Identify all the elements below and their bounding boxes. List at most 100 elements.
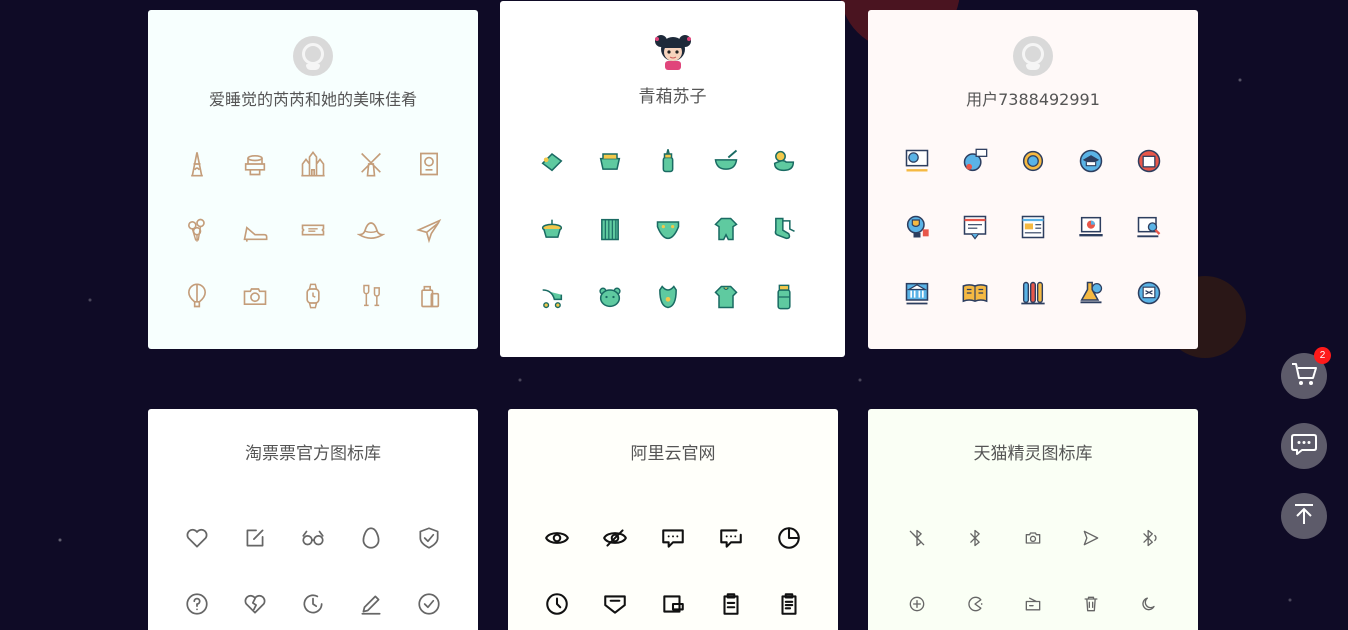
trophy-icon[interactable] [888, 194, 946, 260]
eye-off-icon[interactable] [586, 505, 644, 571]
baby-bear-icon[interactable] [581, 263, 639, 331]
book-icon[interactable] [1120, 128, 1178, 194]
web-page-icon[interactable] [1004, 194, 1062, 260]
broken-heart-icon[interactable] [226, 571, 284, 630]
eiffel-tower-icon[interactable] [168, 131, 226, 197]
chat-button[interactable] [1281, 423, 1327, 469]
clock-icon[interactable] [528, 571, 586, 630]
avatar [1013, 36, 1053, 76]
pacman-icon[interactable] [946, 571, 1004, 630]
baby-bath-icon[interactable] [581, 127, 639, 195]
tickets-icon[interactable] [284, 197, 342, 263]
hat-icon[interactable] [342, 197, 400, 263]
card-title: 淘票票官方图标库 [245, 444, 381, 464]
pencil-icon[interactable] [342, 571, 400, 630]
bluetooth-icon[interactable] [946, 505, 1004, 571]
clock-history-icon[interactable] [284, 571, 342, 630]
high-heel-icon[interactable] [226, 197, 284, 263]
icon-grid [528, 505, 818, 630]
comment-heart-icon[interactable] [586, 571, 644, 630]
baby-bed-icon[interactable] [581, 195, 639, 263]
diaper-icon[interactable] [639, 195, 697, 263]
teether-icon[interactable] [523, 127, 581, 195]
message-more-icon[interactable] [702, 505, 760, 571]
hot-air-balloon-icon[interactable] [168, 263, 226, 329]
open-book-icon[interactable] [946, 260, 1004, 326]
lab-flask-icon[interactable] [1062, 260, 1120, 326]
baby-bottle-icon[interactable] [639, 127, 697, 195]
radio-icon[interactable] [1004, 571, 1062, 630]
balloons-icon[interactable] [168, 197, 226, 263]
icon-grid [523, 127, 813, 331]
cart-badge: 2 [1314, 347, 1331, 364]
watch-icon[interactable] [284, 263, 342, 329]
windmill-icon[interactable] [342, 131, 400, 197]
chat-icon [1290, 431, 1318, 461]
check-circle-icon[interactable] [400, 571, 458, 630]
eye-icon[interactable] [528, 505, 586, 571]
icon-library-card[interactable]: 青葙苏子 [500, 1, 845, 357]
send-icon[interactable] [1062, 505, 1120, 571]
classroom-screen-icon[interactable] [1120, 260, 1178, 326]
passport-icon[interactable] [400, 131, 458, 197]
castle-icon[interactable] [284, 131, 342, 197]
icon-library-card[interactable]: 淘票票官方图标库 [148, 409, 478, 630]
trash-icon[interactable] [1062, 571, 1120, 630]
graduation-cap-icon[interactable] [1062, 128, 1120, 194]
stroller-icon[interactable] [523, 263, 581, 331]
message-dots-icon[interactable] [644, 505, 702, 571]
cake-icon[interactable] [226, 131, 284, 197]
online-test-icon[interactable] [946, 194, 1004, 260]
bluetooth-signal-icon[interactable] [1120, 505, 1178, 571]
question-icon[interactable] [168, 571, 226, 630]
camera-icon[interactable] [226, 263, 284, 329]
onesie-icon[interactable] [697, 195, 755, 263]
cart-icon [1290, 361, 1318, 391]
card-title: 阿里云官网 [630, 444, 716, 464]
cart-button[interactable]: 2 [1281, 347, 1331, 399]
wine-glasses-icon[interactable] [342, 263, 400, 329]
airplane-icon[interactable] [400, 197, 458, 263]
icon-grid [888, 505, 1178, 630]
bluetooth-off-icon[interactable] [888, 505, 946, 571]
pie-chart-icon[interactable] [760, 505, 818, 571]
edit-icon[interactable] [226, 505, 284, 571]
bib-icon[interactable] [639, 263, 697, 331]
card-title: 用户7388492991 [966, 90, 1100, 109]
laptop-chart-icon[interactable] [1062, 194, 1120, 260]
clipboard-icon[interactable] [702, 571, 760, 630]
baby-food-bowl-icon[interactable] [697, 127, 755, 195]
camera-icon[interactable] [1004, 505, 1062, 571]
search-laptop-icon[interactable] [1120, 194, 1178, 260]
abc-globe-icon[interactable] [946, 128, 1004, 194]
museum-icon[interactable] [888, 260, 946, 326]
icon-library-card[interactable]: 用户7388492991 [868, 10, 1198, 349]
heart-icon[interactable] [168, 505, 226, 571]
potty-icon[interactable] [523, 195, 581, 263]
back-to-top-icon [1291, 501, 1317, 531]
wallet-icon[interactable] [644, 571, 702, 630]
avatar [293, 36, 333, 76]
clipboard-list-icon[interactable] [760, 571, 818, 630]
moon-icon[interactable] [1120, 571, 1178, 630]
avatar [653, 31, 693, 71]
test-tubes-icon[interactable] [1004, 260, 1062, 326]
card-title: 爱睡觉的芮芮和她的美味佳肴 [208, 90, 417, 109]
egg-icon[interactable] [342, 505, 400, 571]
shield-check-icon[interactable] [400, 505, 458, 571]
icon-grid [168, 505, 458, 630]
luggage-icon[interactable] [400, 263, 458, 329]
baby-shirt-icon[interactable] [697, 263, 755, 331]
globe-board-icon[interactable] [888, 128, 946, 194]
icon-library-card[interactable]: 爱睡觉的芮芮和她的美味佳肴 [148, 10, 478, 349]
icon-library-card[interactable]: 阿里云官网 [508, 409, 838, 630]
planet-icon[interactable] [1004, 128, 1062, 194]
icon-library-card[interactable]: 天猫精灵图标库 [868, 409, 1198, 630]
rubber-duck-icon[interactable] [755, 127, 813, 195]
glasses-icon[interactable] [284, 505, 342, 571]
back-to-top-button[interactable] [1281, 493, 1327, 539]
add-circle-icon[interactable] [888, 571, 946, 630]
icon-grid [168, 131, 458, 329]
socks-icon[interactable] [755, 195, 813, 263]
milk-powder-icon[interactable] [755, 263, 813, 331]
